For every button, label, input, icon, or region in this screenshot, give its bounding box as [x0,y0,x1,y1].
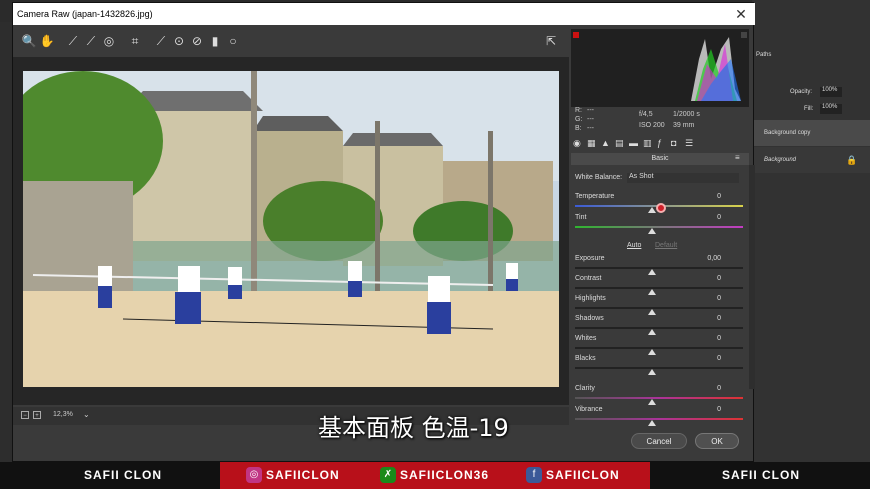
slider-value[interactable]: 0 [681,406,721,413]
default-link[interactable]: Default [655,242,677,249]
slider-label: Shadows [575,315,604,322]
slider-thumb[interactable] [648,369,657,375]
opacity-label: Opacity: [790,89,813,95]
banner-x: SAFIICLON36 [400,468,490,482]
banner-instagram: SAFIICLON [266,468,340,482]
slider-value[interactable]: 0 [681,355,721,362]
slider-track[interactable] [575,267,743,269]
slider-value[interactable]: 0 [681,295,721,302]
slider-value[interactable]: 0 [681,275,721,282]
slider-value[interactable]: 0 [681,315,721,322]
slider-label: Whites [575,335,597,342]
slider-value[interactable]: 0 [681,335,721,342]
photoshop-toolbar [0,22,12,462]
slider-track[interactable] [575,287,743,289]
fill-label: Fill: [804,106,814,112]
slider-track[interactable] [575,307,743,309]
auto-link[interactable]: Auto [627,242,641,249]
slider-label: Contrast [575,275,602,282]
slider-label: Highlights [575,295,606,302]
slider-track[interactable] [575,418,743,420]
slider-label: Clarity [575,385,595,392]
slider-label: Blacks [575,355,596,362]
slider-thumb[interactable] [648,399,657,405]
fill-field[interactable]: 100% [820,104,842,114]
slider-track[interactable] [575,327,743,329]
slider-thumb[interactable] [648,309,657,315]
panel-scrollbar[interactable] [749,165,755,389]
ok-button[interactable]: OK [695,433,739,449]
slider-track[interactable] [575,226,743,228]
slider-value[interactable]: 0 [681,193,721,200]
slider-label: Tint [575,214,587,221]
layer-name: Background copy [764,130,811,136]
instagram-icon: ◎ [246,467,262,483]
camera-raw-dialog: Camera Raw (japan-1432826.jpg) ✕ 🔍 ✋ ⟋ ⟋… [12,2,755,463]
slider-thumb[interactable] [648,289,657,295]
banner-facebook: SAFIICLON [546,468,620,482]
slider-thumb[interactable] [648,269,657,275]
slider-value[interactable]: 0,00 [681,255,721,262]
slider-track[interactable] [575,347,743,349]
slider-value[interactable]: 0 [681,214,721,221]
slider-label: Vibrance [575,406,603,413]
layer-row-background-copy[interactable]: Background copy [752,120,870,146]
slider-value[interactable]: 0 [681,385,721,392]
slider-thumb[interactable] [648,228,657,234]
channel-banner: SAFII CLON ◎ SAFIICLON ✗ SAFIICLON36 f S… [0,462,870,489]
x-icon: ✗ [380,467,396,483]
paths-tab[interactable]: Paths [756,52,771,58]
slider-track[interactable] [575,397,743,399]
slider-thumb[interactable] [648,329,657,335]
slider-label: Exposure [575,255,605,262]
slider-label: Temperature [575,193,615,200]
cancel-button[interactable]: Cancel [631,433,687,449]
photoshop-layers-panel: Paths Opacity: 100% Fill: 100% Backgroun… [752,0,870,462]
video-subtitle: 基本面板 色温-19 [318,414,509,442]
facebook-icon: f [526,467,542,483]
banner-left-text: SAFII CLON [84,468,162,482]
banner-right-text: SAFII CLON [722,468,800,482]
slider-track[interactable] [575,367,743,369]
basic-sliders: Temperature 0 Tint 0 Exposure 0,00 Contrast 0 Hi… [13,3,755,463]
layer-name: Background [764,157,797,163]
cursor-highlight [656,203,666,213]
layer-row-background[interactable]: Background 🔒 [752,147,870,173]
opacity-field[interactable]: 100% [820,87,842,97]
slider-thumb[interactable] [648,420,657,426]
lock-icon: 🔒 [846,155,858,165]
slider-thumb[interactable] [648,349,657,355]
